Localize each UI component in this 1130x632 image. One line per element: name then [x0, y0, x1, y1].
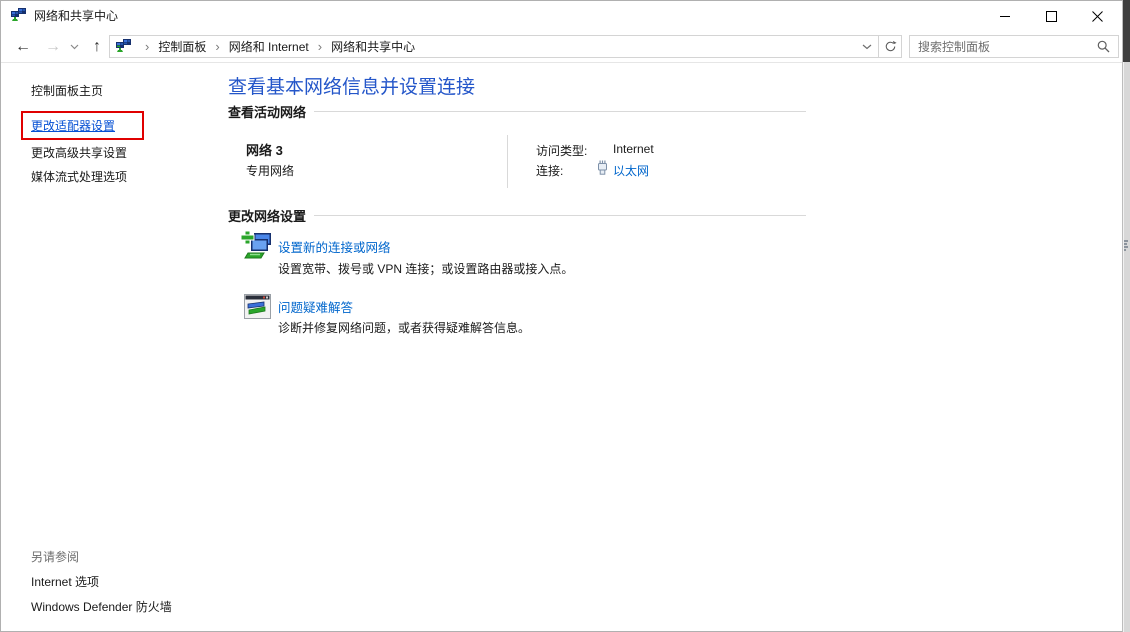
highlight-box: 更改适配器设置: [21, 111, 144, 140]
breadcrumb-separator-icon: ›: [145, 39, 149, 54]
sidebar-item-change-adapter-settings[interactable]: 更改适配器设置: [31, 117, 115, 134]
setup-new-connection-link[interactable]: 设置新的连接或网络: [278, 241, 391, 255]
forward-icon[interactable]: →: [41, 31, 65, 63]
section-divider: [314, 111, 806, 112]
back-icon[interactable]: ←: [11, 31, 35, 63]
troubleshoot-problems-description: 诊断并修复网络问题，或者获得疑难解答信息。: [278, 319, 530, 336]
window-title: 网络和共享中心: [34, 1, 118, 31]
troubleshoot-problems-link[interactable]: 问题疑难解答: [278, 301, 353, 315]
sidebar-item-control-panel-home[interactable]: 控制面板主页: [31, 82, 103, 99]
search-input[interactable]: [910, 36, 1097, 57]
maximize-button[interactable]: [1028, 1, 1074, 31]
breadcrumb-control-panel[interactable]: 控制面板: [156, 38, 208, 55]
address-dropdown-chevron-icon[interactable]: [856, 44, 878, 50]
connection-label: 连接:: [536, 162, 563, 179]
search-box: [909, 35, 1119, 58]
edge-artifact: [1123, 238, 1130, 256]
see-also-header: 另请参阅: [31, 548, 79, 565]
page-title: 查看基本网络信息并设置连接: [228, 72, 475, 99]
active-networks-title: 查看活动网络: [228, 102, 306, 121]
access-type-value: Internet: [613, 142, 654, 156]
refresh-icon[interactable]: [879, 35, 902, 58]
network-sharing-center-window: 网络和共享中心 ← → ↑: [0, 0, 1123, 632]
breadcrumb-separator-icon: ›: [215, 39, 219, 54]
section-divider: [314, 215, 806, 216]
ethernet-link[interactable]: 以太网: [613, 164, 649, 178]
sidebar-item-advanced-sharing[interactable]: 更改高级共享设置: [31, 144, 127, 161]
address-bar[interactable]: › 控制面板 › 网络和 Internet › 网络和共享中心: [109, 35, 879, 58]
sidebar-item-media-streaming[interactable]: 媒体流式处理选项: [31, 168, 127, 185]
network-name: 网络 3: [246, 140, 283, 159]
recent-pages-chevron-icon[interactable]: [67, 31, 81, 63]
new-connection-icon: [240, 231, 274, 261]
navigation-toolbar: ← → ↑ › 控制面板: [1, 31, 1122, 63]
title-bar: 网络和共享中心: [1, 1, 1122, 31]
change-settings-title: 更改网络设置: [228, 206, 306, 225]
network-breadcrumb-icon: [116, 39, 132, 55]
breadcrumb-separator-icon: ›: [318, 39, 322, 54]
network-app-icon: [11, 8, 27, 24]
background-window-edge-dark: [1123, 0, 1130, 62]
ethernet-plug-icon: [597, 160, 608, 175]
change-settings-section-header: 更改网络设置: [228, 206, 806, 225]
up-icon[interactable]: ↑: [85, 31, 109, 63]
sidebar-item-internet-options[interactable]: Internet 选项: [31, 573, 99, 590]
active-networks-section-header: 查看活动网络: [228, 102, 806, 121]
network-info-divider: [507, 135, 508, 188]
sidebar-item-windows-defender-firewall[interactable]: Windows Defender 防火墙: [31, 598, 172, 615]
breadcrumb-network-internet[interactable]: 网络和 Internet: [227, 38, 311, 55]
troubleshoot-icon: [244, 294, 271, 319]
minimize-button[interactable]: [982, 1, 1028, 31]
network-profile: 专用网络: [246, 162, 294, 179]
access-type-label: 访问类型:: [536, 142, 587, 159]
breadcrumb-network-sharing-center[interactable]: 网络和共享中心: [329, 38, 417, 55]
setup-new-connection-description: 设置宽带、拨号或 VPN 连接；或设置路由器或接入点。: [278, 260, 573, 277]
search-icon[interactable]: [1097, 40, 1110, 53]
close-button[interactable]: [1074, 1, 1120, 31]
background-window-edge-light: [1123, 62, 1130, 632]
